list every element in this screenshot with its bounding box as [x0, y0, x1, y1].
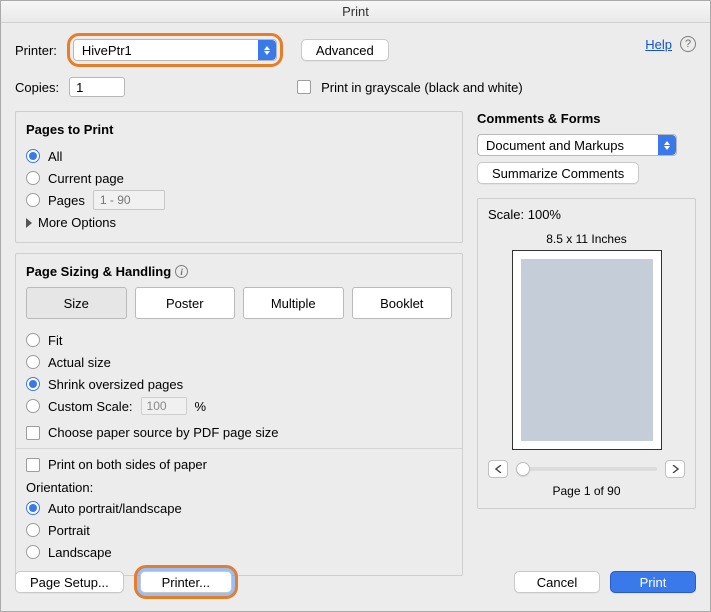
printer-select[interactable]: HivePtr1 [73, 39, 277, 61]
fit-radio[interactable] [26, 333, 40, 347]
shrink-label: Shrink oversized pages [48, 377, 183, 392]
actual-size-radio[interactable] [26, 355, 40, 369]
info-icon[interactable]: i [175, 265, 188, 278]
duplex-checkbox[interactable] [26, 458, 40, 472]
page-setup-button[interactable]: Page Setup... [15, 571, 124, 593]
chevron-left-icon [495, 465, 502, 473]
percent-label: % [195, 399, 207, 414]
pages-all-label: All [48, 149, 62, 164]
fit-label: Fit [48, 333, 62, 348]
orient-landscape-label: Landscape [48, 545, 112, 560]
choose-paper-label: Choose paper source by PDF page size [48, 425, 279, 440]
comments-select-value: Document and Markups [486, 138, 624, 153]
duplex-label: Print on both sides of paper [48, 457, 207, 472]
window-title: Print [1, 1, 710, 23]
preview-content-area [521, 259, 653, 441]
seg-size-button[interactable]: Size [26, 287, 127, 319]
page-slider[interactable] [516, 467, 657, 471]
grayscale-checkbox[interactable] [297, 80, 311, 94]
pages-current-label: Current page [48, 171, 124, 186]
printer-dropdown-highlight: HivePtr1 [67, 33, 283, 67]
pages-to-print-group: Pages to Print All Current page Pages [15, 111, 463, 243]
shrink-radio[interactable] [26, 377, 40, 391]
preview-page [512, 250, 662, 450]
print-dialog: Print Printer: HivePtr1 Advanced Help ? [0, 0, 711, 612]
seg-booklet-button[interactable]: Booklet [352, 287, 453, 319]
scale-label: Scale: 100% [488, 207, 685, 222]
page-indicator: Page 1 of 90 [488, 484, 685, 498]
pages-range-label: Pages [48, 193, 85, 208]
slider-thumb[interactable] [516, 462, 530, 476]
seg-multiple-button[interactable]: Multiple [243, 287, 344, 319]
orient-auto-radio[interactable] [26, 501, 40, 515]
custom-scale-label: Custom Scale: [48, 399, 133, 414]
summarize-comments-button[interactable]: Summarize Comments [477, 162, 639, 184]
preview-panel: Scale: 100% 8.5 x 11 Inches [477, 198, 696, 509]
sizing-group-title: Page Sizing & Handling [26, 264, 171, 279]
comments-forms-group: Comments & Forms Document and Markups Su… [477, 111, 696, 184]
select-arrows-icon [658, 135, 676, 155]
seg-poster-button[interactable]: Poster [135, 287, 236, 319]
actual-size-label: Actual size [48, 355, 111, 370]
orient-portrait-radio[interactable] [26, 523, 40, 537]
custom-scale-radio[interactable] [26, 399, 40, 413]
more-options-disclosure-icon[interactable] [26, 218, 32, 228]
orient-landscape-radio[interactable] [26, 545, 40, 559]
sizing-segmented: Size Poster Multiple Booklet [26, 287, 452, 319]
printer-button-highlight: Printer... [134, 565, 238, 599]
help-icon[interactable]: ? [680, 36, 696, 52]
pages-group-title: Pages to Print [26, 122, 452, 137]
comments-select[interactable]: Document and Markups [477, 134, 677, 156]
copies-input[interactable] [69, 77, 125, 97]
grayscale-label: Print in grayscale (black and white) [321, 80, 523, 95]
more-options-label[interactable]: More Options [38, 215, 116, 230]
orientation-label: Orientation: [26, 480, 452, 495]
pages-all-radio[interactable] [26, 149, 40, 163]
next-page-button[interactable] [665, 460, 685, 478]
advanced-button[interactable]: Advanced [301, 39, 389, 61]
comments-group-title: Comments & Forms [477, 111, 696, 126]
preview-dimensions: 8.5 x 11 Inches [488, 232, 685, 246]
select-arrows-icon [258, 40, 276, 60]
chevron-right-icon [672, 465, 679, 473]
print-button[interactable]: Print [610, 571, 696, 593]
page-sizing-group: Page Sizing & Handling i Size Poster Mul… [15, 253, 463, 576]
prev-page-button[interactable] [488, 460, 508, 478]
orient-portrait-label: Portrait [48, 523, 90, 538]
orient-auto-label: Auto portrait/landscape [48, 501, 182, 516]
pages-current-radio[interactable] [26, 171, 40, 185]
printer-button[interactable]: Printer... [140, 571, 232, 593]
pages-range-input[interactable] [93, 190, 165, 210]
cancel-button[interactable]: Cancel [514, 571, 600, 593]
printer-select-value: HivePtr1 [82, 43, 132, 58]
choose-paper-checkbox[interactable] [26, 426, 40, 440]
printer-label: Printer: [15, 43, 57, 58]
help-link[interactable]: Help [645, 37, 672, 52]
copies-label: Copies: [15, 80, 59, 95]
custom-scale-input[interactable] [141, 397, 187, 415]
pages-range-radio[interactable] [26, 193, 40, 207]
